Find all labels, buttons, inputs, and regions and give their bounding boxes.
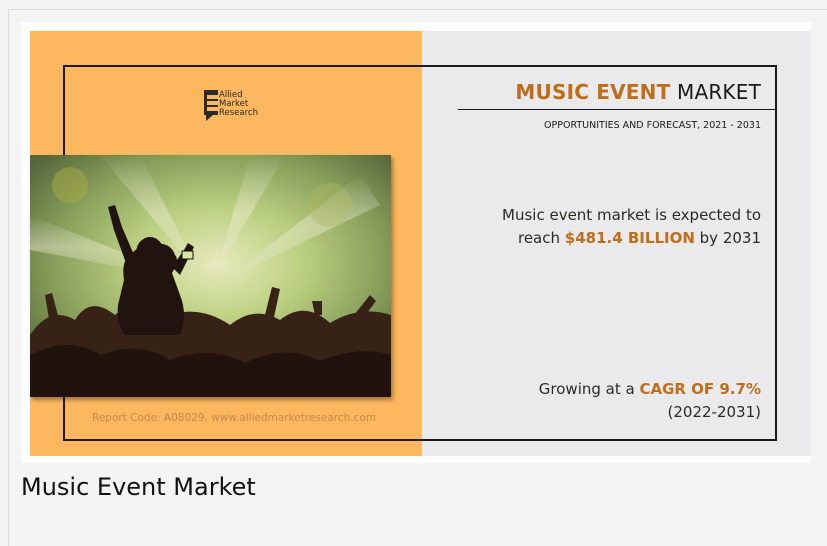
logo-line-3: Research <box>219 108 258 118</box>
fact-2-line-1: Growing at a CAGR OF 9.7% <box>539 378 761 401</box>
allied-market-research-logo: Allied Market Research <box>204 90 284 132</box>
fact-2-line-2: (2022-2031) <box>667 403 761 421</box>
title-rest: MARKET <box>670 80 761 104</box>
market-size-value: $481.4 BILLION <box>564 229 695 247</box>
fact-1-prefix: reach <box>517 229 565 247</box>
cagr-value: CAGR OF 9.7% <box>639 380 761 398</box>
market-size-fact: Music event market is expected to reach … <box>502 204 761 250</box>
infographic-subtitle: OPPORTUNITIES AND FORECAST, 2021 - 2031 <box>544 120 761 131</box>
fact-1-line-1: Music event market is expected to <box>502 206 761 224</box>
logo-mark-icon <box>204 90 218 121</box>
report-code-text: Report Code: A08029, www.alliedmarketres… <box>92 412 377 424</box>
title-accent: MUSIC EVENT <box>515 80 671 104</box>
concert-image <box>30 155 391 397</box>
market-infographic[interactable]: Allied Market Research Report Code: A080… <box>21 22 811 463</box>
fact-1-line-2: reach $481.4 BILLION by 2031 <box>502 227 761 250</box>
concert-photo <box>30 155 391 397</box>
image-caption: Music Event Market <box>21 473 256 501</box>
infographic-title: MUSIC EVENT MARKET <box>515 80 761 104</box>
cagr-fact: Growing at a CAGR OF 9.7% (2022-2031) <box>539 378 761 424</box>
logo-text: Allied Market Research <box>219 91 258 118</box>
title-underline <box>458 109 777 110</box>
fact-1-suffix: by 2031 <box>694 229 761 247</box>
fact-2-prefix: Growing at a <box>538 380 640 398</box>
